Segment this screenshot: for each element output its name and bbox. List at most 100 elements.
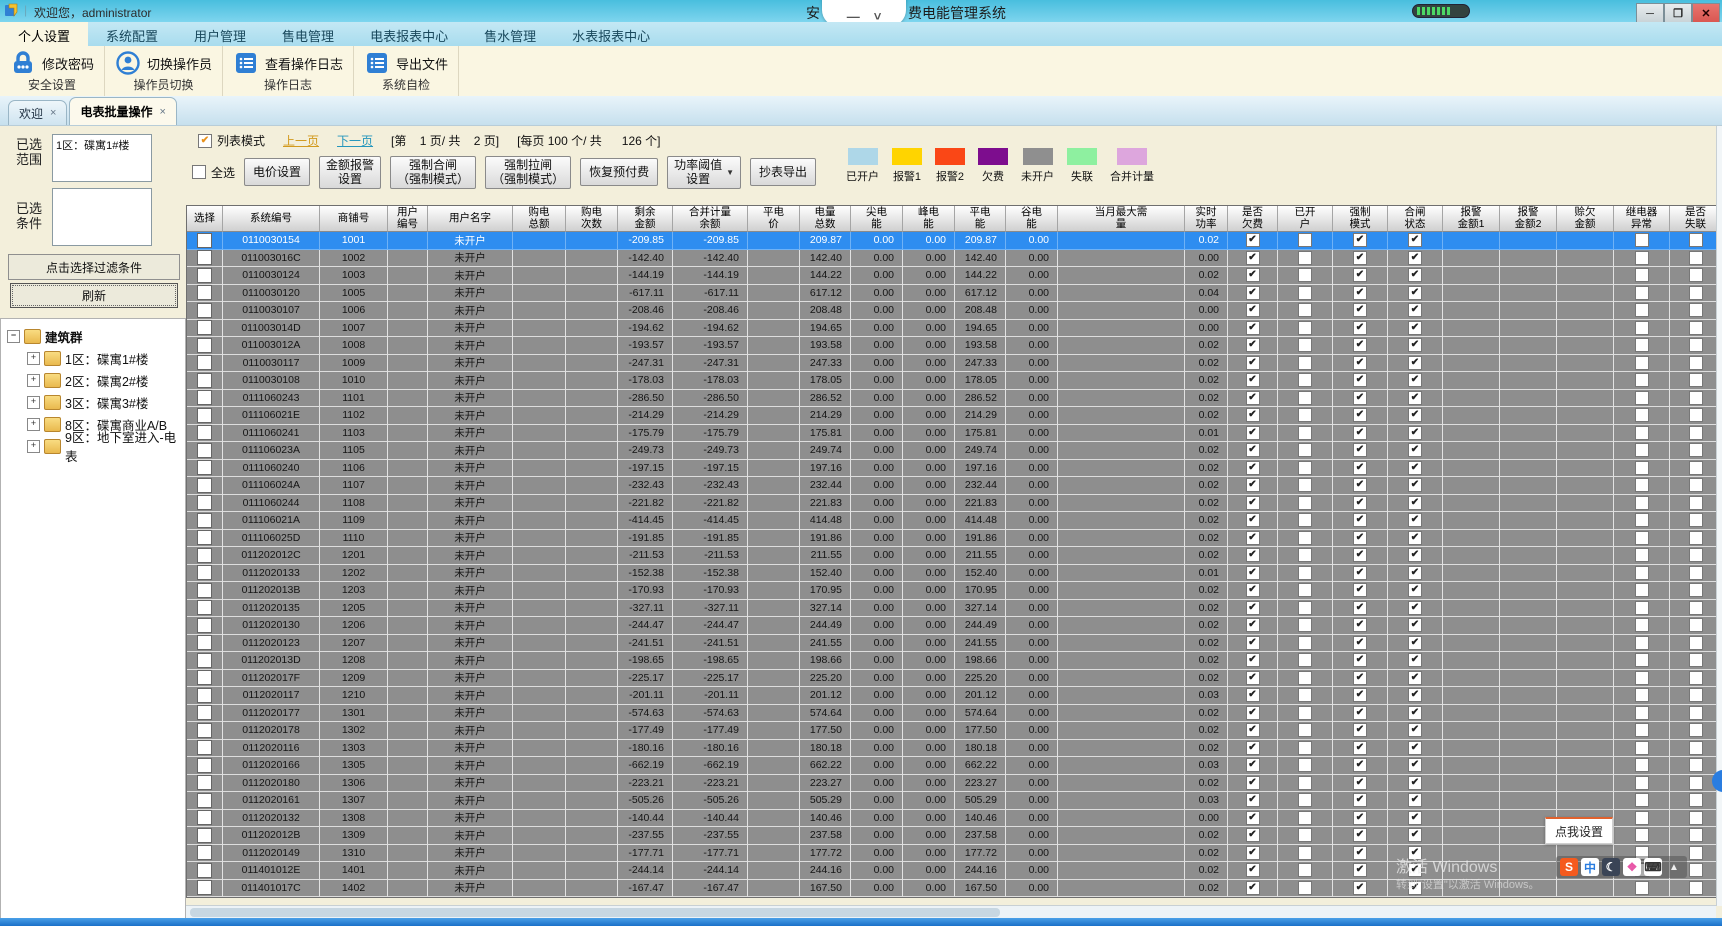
table-row[interactable]: 0110030124 1003 未开户 -144.19 -144.19 144.22 0.0… bbox=[187, 267, 1722, 285]
table-row[interactable]: 0111060240 1106 未开户 -197.15 -197.15 197.16 0.0… bbox=[187, 459, 1722, 477]
force-checkbox[interactable] bbox=[1353, 775, 1367, 790]
cell-select[interactable] bbox=[187, 739, 223, 757]
table-row[interactable]: 0112020178 1302 未开户 -177.49 -177.49 177.50 0.0… bbox=[187, 722, 1722, 740]
lost-checkbox[interactable] bbox=[1688, 460, 1703, 475]
table-row[interactable]: 011202013D 1208 未开户 -198.65 -198.65 198.66 0.0… bbox=[187, 652, 1722, 670]
column-header-owe[interactable]: 是否 欠费 bbox=[1228, 206, 1278, 232]
force-close-switch-button[interactable]: 强制合闸 （强制模式） bbox=[390, 156, 477, 189]
lost-checkbox[interactable] bbox=[1688, 793, 1703, 808]
cell-select[interactable] bbox=[187, 232, 223, 250]
relay-checkbox[interactable] bbox=[1634, 390, 1649, 405]
column-header-sys[interactable]: 系统编号 bbox=[223, 206, 320, 232]
cell-select[interactable] bbox=[187, 792, 223, 810]
owe-checkbox[interactable] bbox=[1245, 863, 1260, 878]
lost-checkbox[interactable] bbox=[1688, 303, 1703, 318]
opened-checkbox[interactable] bbox=[1298, 758, 1312, 773]
relay-checkbox[interactable] bbox=[1634, 600, 1649, 615]
opened-checkbox[interactable] bbox=[1298, 408, 1312, 423]
cell-select[interactable] bbox=[187, 809, 223, 827]
closed-checkbox[interactable] bbox=[1408, 338, 1422, 353]
row-select-checkbox[interactable] bbox=[197, 512, 212, 528]
opened-checkbox[interactable] bbox=[1298, 285, 1312, 300]
lost-checkbox[interactable] bbox=[1688, 338, 1703, 353]
column-header-power[interactable]: 实时 功率 bbox=[1185, 206, 1228, 232]
opened-checkbox[interactable] bbox=[1298, 723, 1312, 738]
lost-checkbox[interactable] bbox=[1688, 775, 1703, 790]
switch-operator-button[interactable]: 切换操作员 bbox=[115, 50, 212, 76]
lost-checkbox[interactable] bbox=[1688, 513, 1703, 528]
owe-checkbox[interactable] bbox=[1245, 303, 1260, 318]
owe-checkbox[interactable] bbox=[1245, 705, 1260, 720]
table-row[interactable]: 0111060241 1103 未开户 -175.79 -175.79 175.81 0.0… bbox=[187, 424, 1722, 442]
owe-checkbox[interactable] bbox=[1245, 548, 1260, 563]
cell-select[interactable] bbox=[187, 424, 223, 442]
collapse-toolbar-icon[interactable]: ▲ bbox=[1665, 858, 1683, 876]
cell-select[interactable] bbox=[187, 652, 223, 670]
owe-checkbox[interactable] bbox=[1245, 338, 1260, 353]
opened-checkbox[interactable] bbox=[1298, 705, 1312, 720]
change-password-button[interactable]: 修改密码 bbox=[10, 50, 94, 76]
cell-select[interactable] bbox=[187, 844, 223, 862]
opened-checkbox[interactable] bbox=[1298, 443, 1312, 458]
opened-checkbox[interactable] bbox=[1298, 355, 1312, 370]
power-threshold-button[interactable]: 功率阈值 设置 ▼ bbox=[667, 156, 742, 189]
table-row[interactable]: 0112020135 1205 未开户 -327.11 -327.11 327.14 0.0… bbox=[187, 599, 1722, 617]
tree-node-zone2[interactable]: + 2区：碟寓2#楼 bbox=[1, 369, 185, 391]
table-row[interactable]: 0112020116 1303 未开户 -180.16 -180.16 180.18 0.0… bbox=[187, 739, 1722, 757]
collapse-icon[interactable]: − bbox=[7, 329, 20, 343]
opened-checkbox[interactable] bbox=[1298, 600, 1312, 615]
lost-checkbox[interactable] bbox=[1688, 653, 1703, 668]
lost-checkbox[interactable] bbox=[1688, 443, 1703, 458]
cell-select[interactable] bbox=[187, 564, 223, 582]
owe-checkbox[interactable] bbox=[1245, 618, 1260, 633]
owe-checkbox[interactable] bbox=[1245, 268, 1260, 283]
force-checkbox[interactable] bbox=[1353, 460, 1367, 475]
closed-checkbox[interactable] bbox=[1408, 530, 1422, 545]
lost-checkbox[interactable] bbox=[1688, 583, 1703, 598]
cell-select[interactable] bbox=[187, 459, 223, 477]
closed-checkbox[interactable] bbox=[1408, 740, 1422, 755]
table-row[interactable]: 0112020130 1206 未开户 -244.47 -244.47 244.49 0.0… bbox=[187, 617, 1722, 635]
opened-checkbox[interactable] bbox=[1298, 688, 1312, 703]
row-select-checkbox[interactable] bbox=[197, 722, 212, 738]
force-checkbox[interactable] bbox=[1353, 653, 1367, 668]
opened-checkbox[interactable] bbox=[1298, 513, 1312, 528]
table-row[interactable]: 011202012C 1201 未开户 -211.53 -211.53 211.55 0.0… bbox=[187, 547, 1722, 565]
menu-item-water-sales[interactable]: 售水管理 bbox=[466, 22, 554, 46]
cell-select[interactable] bbox=[187, 582, 223, 600]
force-checkbox[interactable] bbox=[1353, 355, 1367, 370]
opened-checkbox[interactable] bbox=[1298, 320, 1312, 335]
row-select-checkbox[interactable] bbox=[197, 810, 212, 826]
row-select-checkbox[interactable] bbox=[197, 425, 212, 441]
lost-checkbox[interactable] bbox=[1688, 530, 1703, 545]
menu-item-water-report-center[interactable]: 水表报表中心 bbox=[554, 22, 668, 46]
owe-checkbox[interactable] bbox=[1245, 758, 1260, 773]
column-header-relay[interactable]: 继电器 异常 bbox=[1614, 206, 1670, 232]
lost-checkbox[interactable] bbox=[1688, 478, 1703, 493]
owe-checkbox[interactable] bbox=[1245, 250, 1260, 265]
table-row[interactable]: 011106024A 1107 未开户 -232.43 -232.43 232.44 0.0… bbox=[187, 477, 1722, 495]
closed-checkbox[interactable] bbox=[1408, 443, 1422, 458]
force-checkbox[interactable] bbox=[1353, 408, 1367, 423]
cell-select[interactable] bbox=[187, 757, 223, 775]
cell-select[interactable] bbox=[187, 547, 223, 565]
cell-select[interactable] bbox=[187, 354, 223, 372]
closed-checkbox[interactable] bbox=[1408, 320, 1422, 335]
expand-icon[interactable]: + bbox=[27, 417, 40, 431]
opened-checkbox[interactable] bbox=[1298, 618, 1312, 633]
column-header-flat_price[interactable]: 平电 价 bbox=[748, 206, 800, 232]
column-header-flat[interactable]: 平电 能 bbox=[955, 206, 1006, 232]
relay-checkbox[interactable] bbox=[1634, 705, 1649, 720]
force-checkbox[interactable] bbox=[1353, 530, 1367, 545]
closed-checkbox[interactable] bbox=[1408, 303, 1422, 318]
owe-checkbox[interactable] bbox=[1245, 285, 1260, 300]
lost-checkbox[interactable] bbox=[1688, 828, 1703, 843]
cell-select[interactable] bbox=[187, 722, 223, 740]
cell-select[interactable] bbox=[187, 774, 223, 792]
row-select-checkbox[interactable] bbox=[197, 477, 212, 493]
column-header-user_id[interactable]: 用户 编号 bbox=[388, 206, 428, 232]
relay-checkbox[interactable] bbox=[1634, 495, 1649, 510]
scrollbar-thumb[interactable] bbox=[190, 908, 1000, 917]
column-header-buy_total[interactable]: 购电 总额 bbox=[513, 206, 566, 232]
relay-checkbox[interactable] bbox=[1634, 303, 1649, 318]
